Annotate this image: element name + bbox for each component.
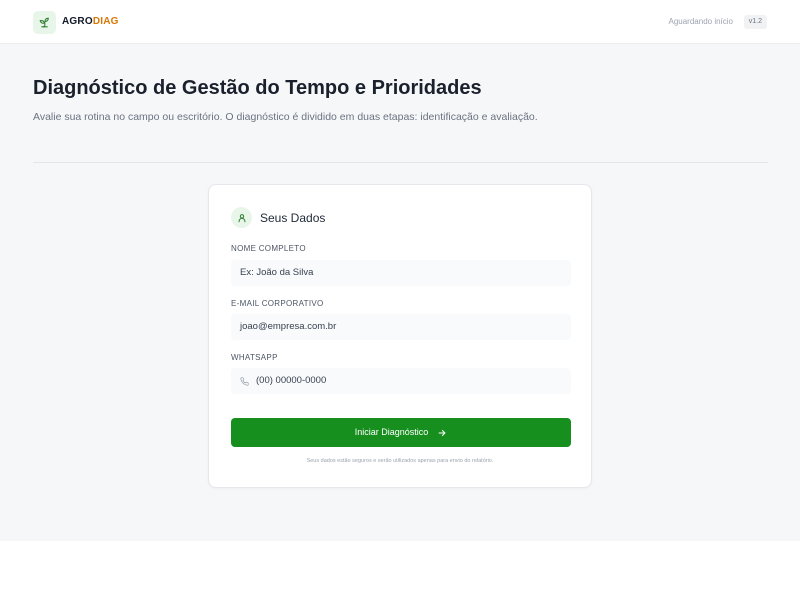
section-icon-badge	[231, 207, 252, 228]
whatsapp-field[interactable]: (00) 00000-0000	[231, 368, 571, 394]
form-card: Seus Dados NOME COMPLETO Ex: João da Sil…	[208, 184, 592, 488]
email-label: E-MAIL CORPORATIVO	[231, 299, 324, 308]
whatsapp-placeholder: (00) 00000-0000	[256, 375, 327, 386]
main-content: Diagnóstico de Gestão do Tempo e Priorid…	[0, 44, 800, 541]
name-placeholder: Ex: João da Silva	[240, 267, 314, 278]
email-placeholder: joao@empresa.com.br	[240, 321, 337, 332]
email-field[interactable]: joao@empresa.com.br	[231, 314, 571, 340]
sprout-icon	[38, 16, 51, 29]
start-diagnostic-button[interactable]: Iniciar Diagnóstico	[231, 418, 571, 447]
status-text: Aguardando início	[668, 17, 734, 26]
privacy-note: Seus dados estão seguros e serão utiliza…	[306, 458, 494, 464]
name-label: NOME COMPLETO	[231, 244, 306, 253]
version-badge: v1.2	[743, 15, 767, 29]
brand-name: AGRODIAG	[62, 16, 119, 28]
whatsapp-label: WHATSAPP	[231, 353, 278, 362]
brand-name-part1: AGRO	[62, 16, 93, 27]
name-field[interactable]: Ex: João da Silva	[231, 260, 571, 286]
logo	[33, 11, 56, 34]
user-icon	[237, 213, 247, 223]
top-header: AGRODIAG Aguardando início v1.2	[0, 0, 800, 44]
brand-name-part2: DIAG	[92, 16, 119, 27]
section-title: Seus Dados	[260, 211, 326, 225]
page-title: Diagnóstico de Gestão do Tempo e Priorid…	[33, 77, 482, 99]
arrow-right-icon	[437, 428, 447, 438]
start-diagnostic-label: Iniciar Diagnóstico	[354, 427, 429, 437]
phone-icon	[240, 376, 249, 386]
divider	[33, 162, 768, 163]
page-subtitle: Avalie sua rotina no campo ou escritório…	[33, 111, 538, 123]
